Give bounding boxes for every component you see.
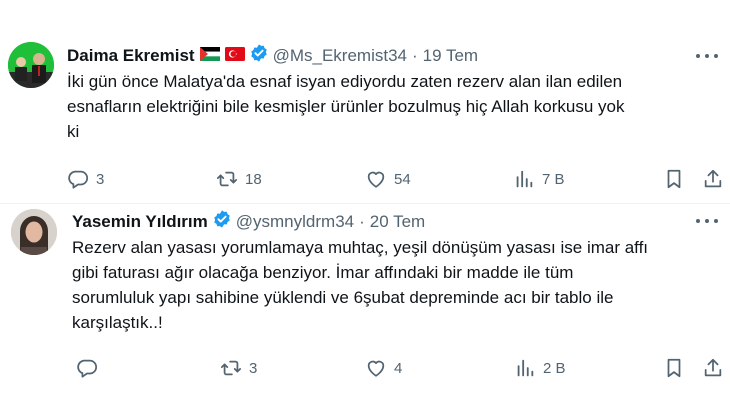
tweet-date[interactable]: 19 Tem [423, 46, 478, 66]
tweet-text-line: gibi faturası ağır olacağa benziyor. İma… [72, 263, 574, 282]
retweet-icon [220, 360, 242, 376]
tweet-1[interactable]: Daima Ekremist @Ms_Ekremist34 · 19 Tem İ… [0, 0, 730, 204]
analytics-icon [516, 170, 533, 188]
bookmark-button[interactable] [663, 168, 685, 190]
reply-button[interactable] [76, 357, 105, 379]
views-button[interactable]: 2 B [514, 357, 566, 379]
analytics-icon [517, 359, 534, 377]
verified-badge-icon[interactable] [249, 43, 269, 68]
share-icon [704, 358, 722, 377]
bookmark-icon [667, 358, 681, 378]
retweet-count: 3 [249, 359, 258, 377]
palestine-flag-icon [199, 46, 220, 66]
retweet-icon [216, 171, 238, 187]
author-name[interactable]: Yasemin Yıldırım [72, 212, 208, 232]
tweet-text-line: Rezerv alan yasası yorumlamaya muhtaç, y… [72, 238, 649, 257]
tweet-text-line: karşılaştık..! [72, 313, 163, 332]
bookmark-button[interactable] [663, 357, 685, 379]
tweet-text-line: ki [67, 122, 80, 141]
tweet-text-line: esnafların elektriğini bile kesmişler ür… [67, 97, 625, 116]
tweet-header: Yasemin Yıldırım @ysmnyldrm34 · 20 Tem [72, 209, 425, 234]
reply-button[interactable]: 3 [67, 168, 104, 190]
reply-icon [77, 359, 98, 378]
verified-badge-icon[interactable] [212, 209, 232, 234]
separator-dot: · [411, 45, 418, 65]
author-name[interactable]: Daima Ekremist [67, 46, 195, 66]
retweet-count: 18 [245, 170, 262, 188]
bookmark-icon [667, 169, 681, 189]
separator-dot: · [359, 211, 365, 231]
heart-icon [367, 171, 385, 188]
view-count: 7 B [542, 170, 565, 188]
views-button[interactable]: 7 B [513, 168, 565, 190]
retweet-button[interactable]: 18 [216, 168, 262, 190]
avatar[interactable] [11, 209, 57, 255]
avatar[interactable] [8, 42, 54, 88]
tweet-actions: 3 18 54 7 B [0, 168, 730, 192]
like-count: 4 [394, 359, 403, 377]
view-count: 2 B [543, 359, 566, 377]
tweet-date[interactable]: 20 Tem [370, 212, 425, 232]
tweet-text-line: İki gün önce Malatya'da esnaf isyan ediy… [67, 72, 623, 91]
reply-count: 3 [96, 170, 105, 188]
turkey-flag-icon [224, 46, 245, 66]
share-icon [704, 169, 722, 188]
like-button[interactable]: 54 [365, 168, 411, 190]
tweet-2[interactable]: Yasemin Yıldırım @ysmnyldrm34 · 20 Tem R… [0, 203, 730, 420]
author-handle[interactable]: @ysmnyldrm34 [236, 212, 354, 232]
like-button[interactable]: 4 [365, 357, 402, 379]
share-button[interactable] [702, 357, 724, 379]
author-handle[interactable]: @Ms_Ekremist34 [273, 46, 407, 66]
tweet-header: Daima Ekremist @Ms_Ekremist34 · 19 Tem [67, 43, 478, 68]
tweet-text: Rezerv alan yasası yorumlamaya muhtaç, y… [72, 235, 722, 335]
more-options-icon[interactable] [696, 216, 718, 226]
heart-icon [367, 360, 385, 377]
tweet-text: İki gün önce Malatya'da esnaf isyan ediy… [67, 69, 722, 144]
tweet-text-line: sorumluluk yapı sahibine yüklendi ve 6şu… [72, 288, 614, 307]
retweet-button[interactable]: 3 [220, 357, 257, 379]
tweet-actions: 3 4 2 B [0, 357, 730, 381]
like-count: 54 [394, 170, 411, 188]
share-button[interactable] [702, 168, 724, 190]
reply-icon [68, 170, 89, 189]
more-options-icon[interactable] [696, 51, 718, 61]
